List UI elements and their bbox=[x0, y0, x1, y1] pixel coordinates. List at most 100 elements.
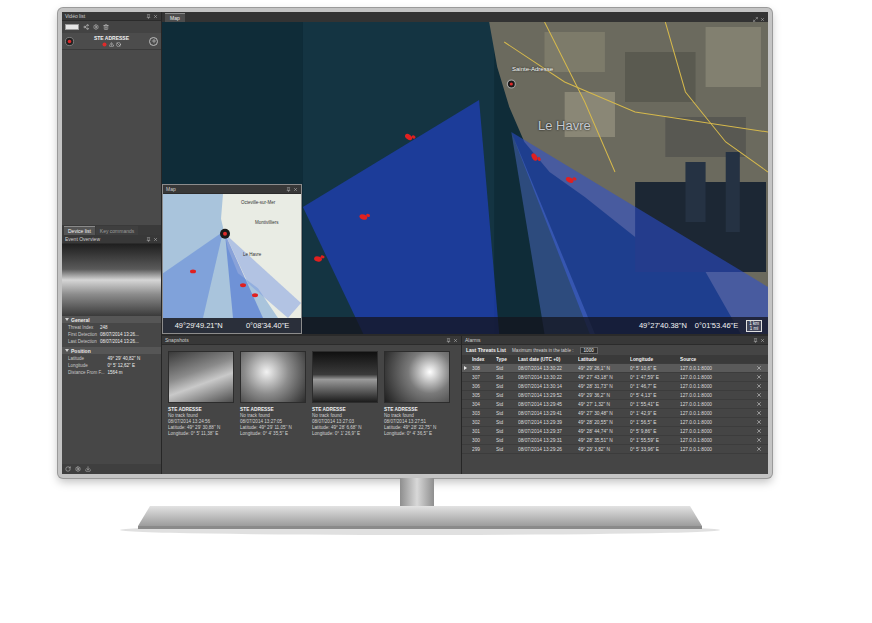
snapshot-card[interactable]: STE ADRESSENo track found08/07/2014 13:2… bbox=[240, 351, 306, 436]
camera-pin[interactable] bbox=[507, 80, 515, 88]
trash-icon[interactable] bbox=[103, 24, 109, 30]
refresh-icon[interactable] bbox=[65, 466, 71, 472]
pin-icon[interactable] bbox=[753, 338, 758, 343]
event-photo bbox=[62, 244, 161, 316]
threat-marker[interactable] bbox=[359, 211, 371, 221]
panel-header: Vidéo list bbox=[62, 12, 161, 21]
panel-title: Vidéo list bbox=[65, 13, 85, 19]
table-row[interactable]: 300Std08/07/2014 13:29:3149° 28' 35,51" … bbox=[462, 436, 768, 445]
cell-latitude: 49° 28' 20,55" N bbox=[578, 420, 630, 425]
column-header[interactable]: Last date (UTC +0) bbox=[518, 357, 578, 362]
cell-source: 127.0.0.1:8000 bbox=[680, 375, 756, 380]
map-label: Le Havre bbox=[538, 118, 591, 133]
snapshot-longitude: Longitude: 0° 4' 36,5'' E bbox=[384, 431, 450, 436]
close-icon[interactable] bbox=[153, 237, 158, 242]
threat-marker[interactable] bbox=[565, 174, 577, 184]
pin-icon[interactable] bbox=[146, 14, 151, 19]
max-field[interactable]: 1000 bbox=[580, 347, 598, 354]
table-row[interactable]: 306Std08/07/2014 13:30:1449° 28' 31,73" … bbox=[462, 382, 768, 391]
delete-icon[interactable] bbox=[756, 410, 762, 416]
page: Vidéo list STE ADRESSE Device listKey comm… bbox=[0, 0, 872, 623]
delete-icon[interactable] bbox=[756, 446, 762, 452]
delete-icon[interactable] bbox=[756, 365, 762, 371]
threat-marker[interactable] bbox=[404, 131, 416, 143]
close-icon[interactable] bbox=[293, 187, 298, 192]
snapshot-status: No track found bbox=[312, 413, 378, 418]
delete-icon[interactable] bbox=[756, 428, 762, 434]
cell-latitude: 49° 29' 3,82" N bbox=[578, 447, 630, 452]
cell-index: 303 bbox=[472, 411, 496, 416]
pin-icon[interactable] bbox=[286, 187, 291, 192]
table-row[interactable]: 302Std08/07/2014 13:29:3949° 28' 20,55" … bbox=[462, 418, 768, 427]
column-header[interactable]: Latitude bbox=[578, 357, 630, 362]
device-row[interactable]: STE ADRESSE bbox=[62, 33, 161, 50]
table-row[interactable]: 301Std08/07/2014 13:29:3749° 28' 44,74" … bbox=[462, 427, 768, 436]
tab[interactable]: Key commands bbox=[96, 226, 138, 235]
ban-icon[interactable] bbox=[116, 42, 121, 47]
table-row[interactable]: 307Std08/07/2014 13:30:2249° 27' 43,18" … bbox=[462, 373, 768, 382]
search-box[interactable] bbox=[65, 24, 79, 30]
field-label: Latitude bbox=[68, 355, 105, 362]
delete-icon[interactable] bbox=[756, 401, 762, 407]
pin-icon[interactable] bbox=[146, 237, 151, 242]
caret-icon bbox=[65, 318, 69, 321]
table-row[interactable]: 305Std08/07/2014 13:29:5249° 29' 36,2" N… bbox=[462, 391, 768, 400]
snapshot-device: STE ADRESSE bbox=[384, 407, 450, 412]
caret-icon bbox=[65, 349, 69, 352]
threat-marker[interactable] bbox=[314, 254, 325, 263]
section-title[interactable]: Position bbox=[62, 347, 161, 354]
field-label: Distance From F... bbox=[68, 369, 105, 376]
table-row[interactable]: 308Std08/07/2014 13:30:2249° 29' 26,1" N… bbox=[462, 364, 768, 373]
snapshot-card[interactable]: STE ADRESSENo track found08/07/2014 13:2… bbox=[384, 351, 450, 436]
table-row[interactable]: 304Std08/07/2014 13:29:4549° 27' 1,32" N… bbox=[462, 400, 768, 409]
field-label: First Detection bbox=[68, 331, 97, 338]
roads bbox=[504, 22, 768, 172]
close-icon[interactable] bbox=[453, 338, 458, 343]
table-row[interactable]: 299Std08/07/2014 13:29:2649° 29' 3,82" N… bbox=[462, 445, 768, 454]
alert-icon[interactable] bbox=[109, 42, 114, 47]
overview-map[interactable]: MapOcteville-sur-MerMontivilliersLe Havr… bbox=[162, 184, 302, 334]
threat-marker[interactable] bbox=[530, 151, 541, 163]
pin-icon[interactable] bbox=[446, 338, 451, 343]
delete-icon[interactable] bbox=[756, 419, 762, 425]
main-area: MapSainte-AdresseLe Havre49°27'40.38"N0°… bbox=[162, 12, 768, 474]
column-header[interactable]: Index bbox=[472, 357, 496, 362]
section-title[interactable]: General bbox=[62, 316, 161, 323]
settings-icon[interactable] bbox=[93, 24, 99, 30]
tab-bar: Device listKey commands bbox=[62, 225, 161, 235]
snapshot-card[interactable]: STE ADRESSENo track found08/07/2014 13:2… bbox=[168, 351, 234, 436]
max-label: Maximum threats in the table : bbox=[512, 348, 574, 353]
record-icon[interactable] bbox=[102, 42, 107, 47]
settings-icon[interactable] bbox=[75, 466, 81, 472]
map-tab[interactable]: Map bbox=[165, 13, 185, 22]
delete-icon[interactable] bbox=[756, 374, 762, 380]
column-header[interactable]: Type bbox=[496, 357, 518, 362]
close-icon[interactable] bbox=[760, 338, 765, 343]
overview-map-body: Octeville-sur-MerMontivilliersLe Havre bbox=[163, 194, 301, 318]
cell-date: 08/07/2014 13:29:26 bbox=[518, 447, 578, 452]
cell-latitude: 49° 27' 30,48" N bbox=[578, 411, 630, 416]
cell-type: Std bbox=[496, 411, 518, 416]
snapshot-card[interactable]: STE ADRESSENo track found08/07/2014 13:2… bbox=[312, 351, 378, 436]
delete-icon[interactable] bbox=[756, 392, 762, 398]
share-icon[interactable] bbox=[83, 24, 89, 30]
table-row[interactable]: 303Std08/07/2014 13:29:4149° 27' 30,48" … bbox=[462, 409, 768, 418]
panel-title: Event Overview bbox=[65, 236, 100, 242]
panel-header: Alarms bbox=[462, 336, 768, 345]
device-body: STE ADRESSE bbox=[77, 35, 146, 47]
column-header[interactable]: Longitude bbox=[630, 357, 680, 362]
cell-source: 127.0.0.1:8000 bbox=[680, 438, 756, 443]
cell-type: Std bbox=[496, 420, 518, 425]
panel-title: Snapshots bbox=[165, 337, 189, 343]
tab[interactable]: Device list bbox=[64, 226, 95, 235]
download-icon[interactable] bbox=[85, 466, 91, 472]
delete-icon[interactable] bbox=[756, 383, 762, 389]
cell-index: 308 bbox=[472, 366, 496, 371]
add-button[interactable] bbox=[149, 37, 158, 46]
delete-icon[interactable] bbox=[756, 437, 762, 443]
column-header[interactable]: Source bbox=[680, 357, 756, 362]
close-icon[interactable] bbox=[153, 14, 158, 19]
map[interactable]: Sainte-AdresseLe Havre49°27'40.38"N0°01'… bbox=[162, 22, 768, 334]
cell-longitude: 0° 1' 55,41" E bbox=[630, 402, 680, 407]
overview-label: Octeville-sur-Mer bbox=[241, 200, 275, 205]
